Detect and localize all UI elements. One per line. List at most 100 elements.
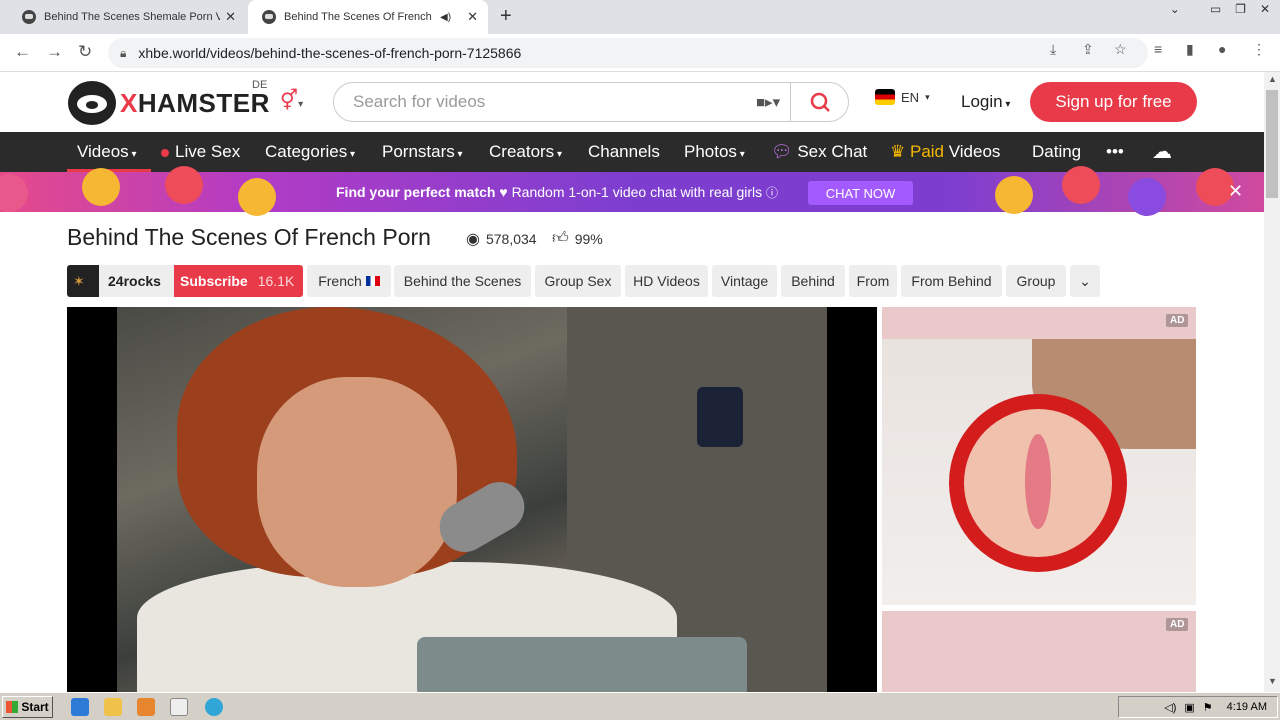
channel-name[interactable]: 24rocks [99,265,174,297]
heart-emoji-icon [1062,166,1100,204]
more-icon[interactable]: ••• [1106,142,1124,162]
search-input[interactable] [353,92,753,112]
share-icon[interactable]: ⇪ [1082,41,1094,58]
tag-vintage[interactable]: Vintage [712,265,777,297]
nav-categories[interactable]: Categories ▾ [265,142,355,162]
language-selector[interactable]: EN ▾ [875,89,930,105]
nav-videos[interactable]: Videos ▾ [77,142,137,162]
banner-message: Find your perfect match ♥ Random 1-on-1 … [336,184,779,200]
media-icon[interactable]: ≡ [1154,41,1162,57]
url-text[interactable]: xhbe.world/videos/behind-the-scenes-of-f… [138,45,521,61]
ad-panel[interactable]: AD [882,611,1196,692]
ie-icon[interactable] [71,698,89,716]
install-icon[interactable]: ⤓ [1050,41,1056,58]
heart-eyes-emoji-icon [238,178,276,216]
tag-group[interactable]: Group [1006,265,1066,297]
volume-icon[interactable]: ◁) [1164,701,1176,714]
media-player-icon[interactable] [137,698,155,716]
hamster-logo-icon [68,81,116,125]
rating: 👍︎ 99% [552,230,603,247]
tag-behind-the-scenes[interactable]: Behind the Scenes [394,265,531,297]
ad-label: AD [1166,314,1189,327]
crown-icon: ♛ [890,142,906,161]
tag-hd-videos[interactable]: HD Videos [625,265,708,297]
favicon-icon [22,10,36,24]
subscribe-button[interactable]: Subscribe 16.1K [174,265,303,297]
omnibox[interactable]: 🔒︎ xhbe.world/videos/behind-the-scenes-o… [108,38,1148,68]
close-tab-icon[interactable]: ✕ [225,9,236,25]
devil-emoji-icon [1128,178,1166,216]
tag-from[interactable]: From [849,265,897,297]
tag-from-behind[interactable]: From Behind [901,265,1002,297]
scroll-thumb[interactable] [1266,90,1278,198]
upload-icon[interactable]: ☁ [1152,139,1172,164]
lock-icon[interactable]: 🔒︎ [120,46,126,61]
edge-icon[interactable] [205,698,223,716]
video-player[interactable] [67,307,877,692]
nav-pornstars[interactable]: Pornstars ▾ [382,142,463,162]
nav-dating[interactable]: Dating [1032,142,1081,162]
chat-now-button[interactable]: CHAT NOW [808,181,913,205]
windows-logo-icon [6,701,19,713]
signup-button[interactable]: Sign up for free [1030,82,1197,122]
tab-title: Behind The Scenes Shemale Porn Vid [44,11,220,23]
gender-filter-icon[interactable]: ⚥▾ [280,88,303,113]
tab-search-icon[interactable]: ⌄ [1170,2,1180,16]
watermark: ANY RUN [1040,684,1254,692]
promo-banner[interactable]: Find your perfect match ♥ Random 1-on-1 … [0,166,1264,216]
close-window-icon[interactable]: ✕ [1260,2,1270,16]
scroll-up-icon[interactable]: ▲ [1268,74,1277,84]
nav-photos[interactable]: Photos ▾ [684,142,745,162]
bookmark-star-icon[interactable]: ☆ [1114,41,1127,58]
nav-live-sex[interactable]: Live Sex [161,142,240,162]
audio-icon[interactable]: ◀) [440,12,451,23]
chrome-icon[interactable] [170,698,188,716]
browser-tab[interactable]: Behind The Scenes Shemale Porn Vid ✕ [8,0,246,34]
thumbs-up-icon: 👍︎ [552,230,569,247]
new-tab-icon[interactable]: + [500,5,512,28]
page-scrollbar[interactable]: ▲ ▼ [1264,72,1280,692]
nav-channels[interactable]: Channels [588,142,660,162]
close-tab-icon[interactable]: ✕ [467,9,478,25]
forward-icon[interactable]: → [46,42,63,62]
search-divider [790,83,791,121]
web-page: XHAMSTER DE ⚥▾ ■▸▾ EN ▾ Login ▾ Sign up … [0,72,1264,692]
nav-creators[interactable]: Creators ▾ [489,142,562,162]
restore-icon[interactable]: ❐ [1235,2,1246,16]
minimize-icon[interactable]: ▭ [1210,2,1221,16]
explorer-icon[interactable] [104,698,122,716]
close-icon[interactable]: ✕ [1228,181,1243,202]
reload-icon[interactable]: ↻ [78,42,92,62]
address-bar-row: ← → ↻ 🔒︎ xhbe.world/videos/behind-the-sc… [0,34,1280,72]
tag-behind[interactable]: Behind [781,265,845,297]
scroll-down-icon[interactable]: ▼ [1268,676,1277,686]
search-icon[interactable] [804,89,838,115]
live-dot-icon [161,148,169,157]
login-button[interactable]: Login ▾ [961,92,1010,112]
search-box: ■▸▾ [333,82,849,122]
site-logo[interactable]: XHAMSTER [68,81,270,125]
tag-french[interactable]: French [307,265,391,297]
expand-tags-chevron-icon[interactable]: ⌄ [1070,265,1100,297]
ad-panel[interactable]: AD [882,307,1196,605]
browser-tab-active[interactable]: Behind The Scenes Of French P ◀) ✕ [248,0,488,34]
video-camera-icon[interactable]: ■▸▾ [756,93,780,111]
heart-icon: ♥ [499,184,508,200]
back-icon[interactable]: ← [14,42,31,62]
ad-label: AD [1166,618,1189,631]
nav-paid-videos[interactable]: ♛ Paid Videos [890,142,1000,162]
menu-icon[interactable]: ⋮ [1252,41,1266,58]
flag-germany-icon [875,89,895,105]
window-controls: ⌄ ▭ ❐ ✕ [1170,2,1270,16]
channel-avatar[interactable]: ✶ [67,265,99,297]
profile-icon[interactable]: ● [1218,41,1226,57]
ad-image [882,339,1196,605]
side-panel-icon[interactable]: ▮ [1186,41,1194,58]
tag-group-sex[interactable]: Group Sex [535,265,621,297]
nav-sex-chat[interactable]: 💬︎ Sex Chat [771,142,867,162]
video-frame [117,307,827,692]
start-button[interactable]: Start [2,696,53,718]
flag-icon[interactable]: ⚑ [1203,701,1213,714]
flag-france-icon [365,276,380,286]
network-icon[interactable]: ▣ [1184,701,1194,714]
